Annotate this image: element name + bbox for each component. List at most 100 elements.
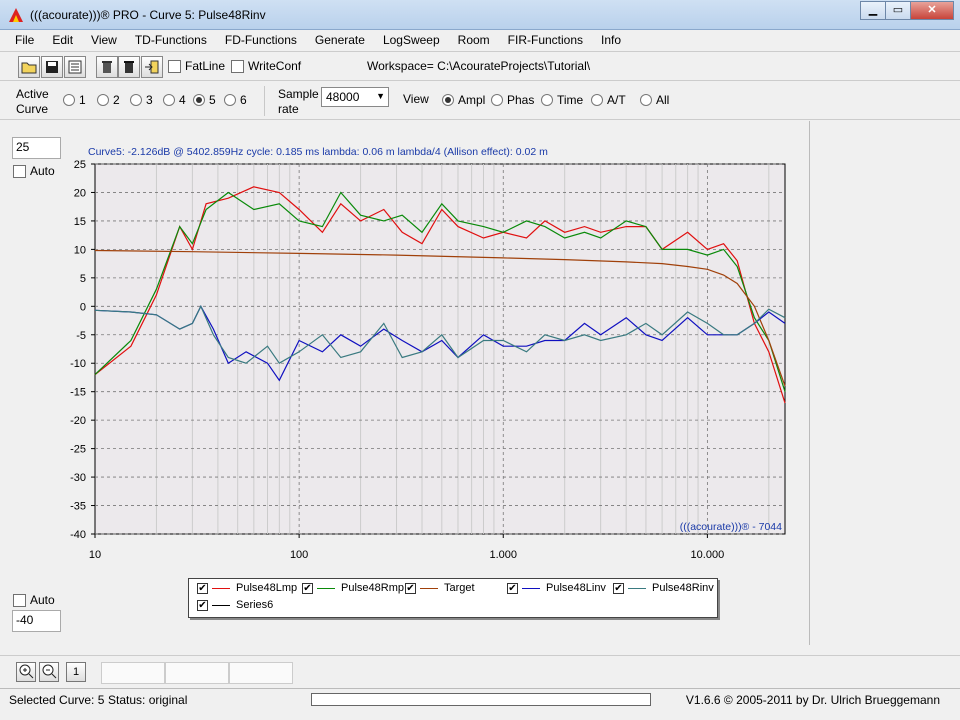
legend-item-series6[interactable]: ✔ Series6 [197, 599, 273, 611]
menu-logsweep[interactable]: LogSweep [374, 30, 449, 50]
curve-radio-dot[interactable] [163, 94, 175, 106]
y-min-input[interactable]: -40 [12, 610, 61, 632]
legend-checkbox[interactable]: ✔ [302, 582, 313, 594]
right-panel [809, 121, 960, 645]
view-radio-time[interactable]: Time [541, 93, 583, 107]
maximize-button[interactable]: ▭ [885, 1, 911, 20]
writeconf-label: WriteConf [248, 59, 302, 73]
curve-radio-dot[interactable] [130, 94, 142, 106]
zoom-reset-button[interactable]: 1 [66, 662, 86, 682]
legend-label: Pulse48Lmp [236, 582, 298, 594]
fatline-checkbox[interactable]: FatLine [168, 59, 225, 73]
menu-room[interactable]: Room [449, 30, 499, 50]
chevron-down-icon: ▼ [376, 91, 385, 101]
save-button[interactable] [41, 56, 63, 78]
curve-radio-4[interactable]: 4 [163, 93, 186, 107]
curve-radio-6[interactable]: 6 [224, 93, 247, 107]
y-min-auto-checkbox[interactable]: Auto [13, 593, 55, 607]
menu-fd-functions[interactable]: FD-Functions [216, 30, 306, 50]
y-tick-label: 20 [74, 187, 86, 199]
zoom-in-button[interactable] [16, 662, 36, 682]
y-tick-label: -30 [70, 472, 86, 484]
menu-td-functions[interactable]: TD-Functions [126, 30, 216, 50]
legend-item-pulse48lmp[interactable]: ✔ Pulse48Lmp [197, 582, 297, 594]
legend-checkbox[interactable]: ✔ [405, 582, 416, 594]
workspace-info: Workspace= C:\AcourateProjects\Tutorial\ [367, 59, 590, 73]
legend-label: Pulse48Linv [546, 582, 606, 594]
curve-radio-5[interactable]: 5 [193, 93, 216, 107]
view-radio-dot[interactable] [541, 94, 553, 106]
legend-item-pulse48rinv[interactable]: ✔ Pulse48Rinv [613, 582, 714, 594]
legend-swatch [522, 587, 540, 589]
delete-curve-button[interactable] [96, 56, 118, 78]
legend-item-pulse48rmp[interactable]: ✔ Pulse48Rmp [302, 582, 404, 594]
menu-edit[interactable]: Edit [43, 30, 82, 50]
legend: ✔ Pulse48Lmp ✔ Pulse48Rmp ✔ Target ✔ Pulse48Lin… [188, 578, 718, 618]
workspace-label: Workspace= [367, 59, 434, 73]
close-button[interactable]: ✕ [910, 1, 954, 20]
exit-button[interactable] [141, 56, 163, 78]
legend-checkbox[interactable]: ✔ [197, 599, 208, 611]
view-radio-dot[interactable] [640, 94, 652, 106]
trash-all-icon [124, 61, 134, 73]
sample-rate-value: 48000 [326, 90, 360, 104]
curve-radio-3[interactable]: 3 [130, 93, 153, 107]
curve-status: Status: original [108, 693, 188, 707]
y-min-auto-label: Auto [30, 593, 55, 607]
curve-radio-label: 5 [209, 93, 216, 107]
legend-checkbox[interactable]: ✔ [197, 582, 208, 594]
curve-radio-dot[interactable] [97, 94, 109, 106]
view-radio-phas[interactable]: Phas [491, 93, 534, 107]
legend-item-target[interactable]: ✔ Target [405, 582, 475, 594]
menu-info[interactable]: Info [592, 30, 630, 50]
sample-rate-select[interactable]: 48000 ▼ [321, 87, 389, 107]
delete-all-button[interactable] [118, 56, 140, 78]
fatline-checkbox-box[interactable] [168, 59, 181, 73]
y-tick-label: 0 [80, 301, 86, 313]
view-radio-dot[interactable] [491, 94, 503, 106]
legend-swatch [420, 587, 438, 589]
menu-fir-functions[interactable]: FIR-Functions [499, 30, 592, 50]
version-info: V1.6.6 © 2005-2011 by Dr. Ulrich Bruegge… [685, 693, 940, 707]
legend-checkbox[interactable]: ✔ [613, 582, 624, 594]
view-radio-dot[interactable] [442, 94, 454, 106]
zoom-out-button[interactable] [39, 662, 59, 682]
view-radio-dot[interactable] [591, 94, 603, 106]
x-tick-label: 10 [89, 549, 101, 561]
legend-swatch [212, 604, 230, 606]
curve-radio-1[interactable]: 1 [63, 93, 86, 107]
view-label: View [403, 92, 429, 106]
folder-icon [21, 62, 37, 74]
curve-radio-2[interactable]: 2 [97, 93, 120, 107]
view-radio-at[interactable]: A/T [591, 93, 626, 107]
curve-radio-label: 3 [146, 93, 153, 107]
open-folder-button[interactable] [18, 56, 40, 78]
menu-view[interactable]: View [82, 30, 126, 50]
legend-checkbox[interactable]: ✔ [507, 582, 518, 594]
view-radio-ampl[interactable]: Ampl [442, 93, 485, 107]
writeconf-checkbox-box[interactable] [231, 59, 244, 73]
curve-radio-dot[interactable] [193, 94, 205, 106]
progress-bar [311, 693, 651, 706]
status-panel-2 [165, 662, 229, 684]
batch-button[interactable] [64, 56, 86, 78]
legend-item-pulse48linv[interactable]: ✔ Pulse48Linv [507, 582, 606, 594]
legend-swatch [212, 587, 230, 589]
menu-generate[interactable]: Generate [306, 30, 374, 50]
x-tick-label: 10.000 [691, 549, 725, 561]
zoom-out-icon [42, 664, 57, 679]
zoom-in-icon [19, 664, 34, 679]
separator [264, 86, 265, 116]
fatline-label: FatLine [185, 59, 226, 73]
menu-file[interactable]: File [6, 30, 43, 50]
curve-radio-dot[interactable] [63, 94, 75, 106]
active-curve-label-2: Curve [16, 102, 49, 116]
list-icon [68, 60, 82, 74]
sample-rate-label-2: rate [278, 102, 299, 116]
writeconf-checkbox[interactable]: WriteConf [231, 59, 301, 73]
minimize-button[interactable]: ▁ [860, 1, 886, 20]
curve-radio-dot[interactable] [224, 94, 236, 106]
view-radio-all[interactable]: All [640, 93, 669, 107]
view-radio-label: Time [557, 93, 584, 107]
y-min-auto-box[interactable] [13, 593, 26, 607]
